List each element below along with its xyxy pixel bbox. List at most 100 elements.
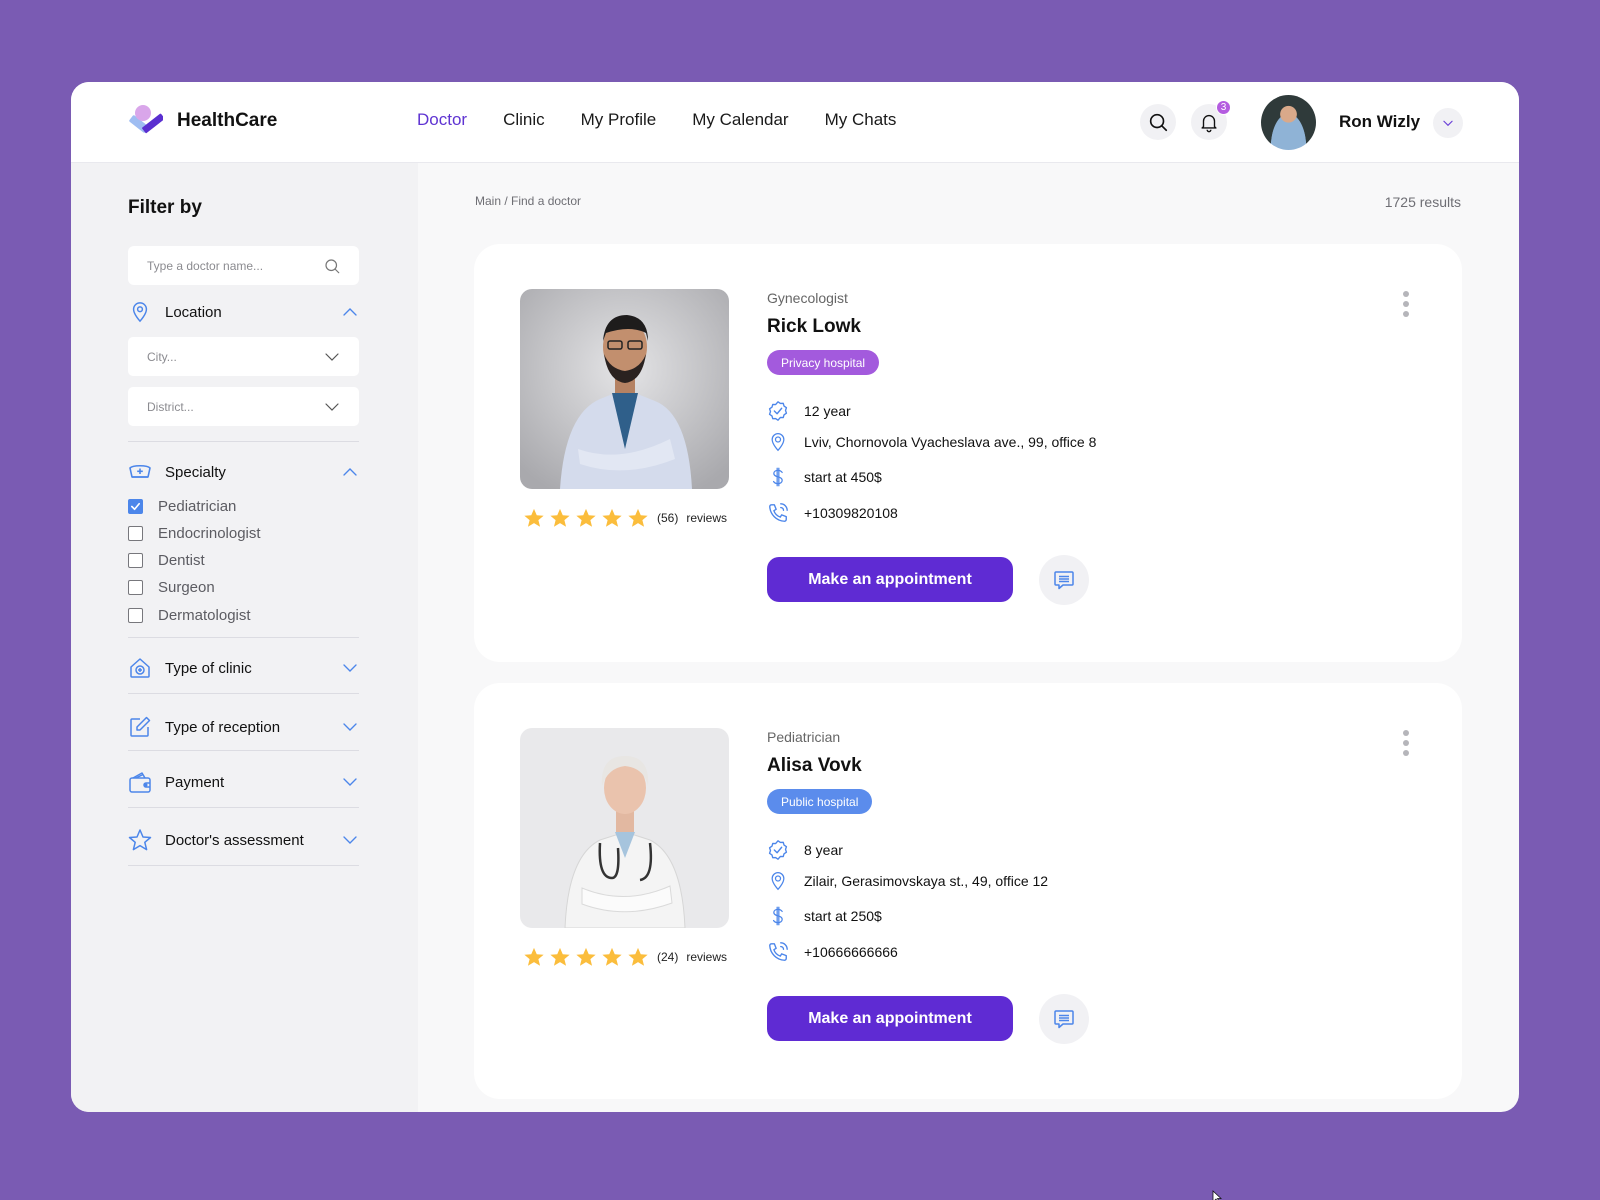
mouse-cursor-icon [1212, 1190, 1222, 1200]
experience-value: 8 year [804, 842, 843, 858]
star-filled-icon [524, 508, 544, 527]
phone-row: +10666666666 [767, 941, 898, 963]
checkbox[interactable] [128, 526, 143, 541]
doctor-search-field[interactable] [128, 246, 359, 285]
rating-stars: (56) reviews [523, 507, 727, 529]
search-icon [325, 258, 340, 273]
chevron-down-icon [1443, 120, 1453, 127]
main-nav: Doctor Clinic My Profile My Calendar My … [417, 110, 932, 130]
district-select[interactable]: District... [128, 387, 359, 426]
star-filled-icon [628, 947, 648, 966]
divider [128, 441, 359, 442]
address-value: Lviv, Chornovola Vyacheslava ave., 99, o… [804, 434, 1097, 450]
doctor-search-input[interactable] [147, 258, 323, 273]
check-icon [131, 502, 140, 511]
specialty-option-dermatologist[interactable]: Dermatologist [128, 607, 251, 624]
hospital-type-tag: Public hospital [767, 789, 873, 814]
specialty-option-label: Endocrinologist [158, 525, 261, 542]
filter-type-of-reception-header[interactable]: Type of reception [128, 714, 359, 740]
experience-row: 8 year [767, 839, 843, 861]
verified-badge-icon [767, 839, 789, 861]
doctor-specialty: Gynecologist [767, 290, 848, 306]
filter-payment-header[interactable]: Payment [128, 769, 359, 795]
divider [128, 807, 359, 808]
reviews-link[interactable]: reviews [686, 950, 727, 964]
filter-type-of-clinic-header[interactable]: Type of clinic [128, 655, 359, 681]
nav-my-profile[interactable]: My Profile [581, 110, 657, 130]
address-row: Lviv, Chornovola Vyacheslava ave., 99, o… [767, 431, 1096, 453]
filter-doctors-assessment-label: Doctor's assessment [165, 831, 304, 849]
divider [128, 693, 359, 694]
doctor-card: (24) reviews Pediatrician Alisa Vovk Pub… [474, 683, 1462, 1099]
city-select-placeholder: City... [147, 349, 177, 364]
doctor-name[interactable]: Rick Lowk [767, 316, 861, 338]
checkbox[interactable] [128, 580, 143, 595]
filter-doctors-assessment-header[interactable]: Doctor's assessment [128, 827, 359, 853]
filter-payment-label: Payment [165, 773, 225, 791]
chevron-up-icon [343, 468, 357, 476]
phone-value[interactable]: +10309820108 [804, 505, 898, 521]
specialty-option-pediatrician[interactable]: Pediatrician [128, 498, 236, 515]
checkbox-checked[interactable] [128, 499, 143, 514]
chat-message-icon [1054, 571, 1074, 590]
doctor-specialty: Pediatrician [767, 729, 841, 745]
filter-specialty-header[interactable]: Specialty [128, 459, 359, 485]
doctor-name[interactable]: Alisa Vovk [767, 755, 862, 777]
doctor-photo [520, 728, 729, 928]
more-options-button[interactable] [1400, 289, 1412, 319]
specialty-option-label: Pediatrician [158, 498, 237, 515]
chat-button[interactable] [1039, 994, 1089, 1044]
star-filled-icon [524, 947, 544, 966]
dollar-icon [767, 905, 789, 927]
app-window: HealthCare Doctor Clinic My Profile My C… [71, 82, 1519, 1112]
chevron-down-icon [343, 664, 357, 672]
user-menu-button[interactable] [1433, 108, 1463, 138]
user-name[interactable]: Ron Wizly [1339, 112, 1420, 132]
specialty-option-dentist[interactable]: Dentist [128, 552, 205, 569]
divider [128, 637, 359, 638]
specialty-option-surgeon[interactable]: Surgeon [128, 579, 215, 596]
specialty-option-endocrinologist[interactable]: Endocrinologist [128, 525, 261, 542]
price-value: start at 250$ [804, 908, 882, 924]
notification-count-badge: 3 [1216, 100, 1231, 115]
checkbox[interactable] [128, 608, 143, 623]
checkbox[interactable] [128, 553, 143, 568]
make-appointment-button[interactable]: Make an appointment [767, 557, 1013, 602]
star-filled-icon [550, 508, 570, 527]
phone-ringing-icon [767, 941, 789, 963]
filter-sidebar: Filter by Location City... [71, 163, 418, 1112]
header-search-button[interactable] [1140, 104, 1176, 140]
divider [128, 865, 359, 866]
notifications-button[interactable]: 3 [1191, 100, 1231, 140]
logo[interactable]: HealthCare [127, 104, 277, 138]
dollar-icon [767, 466, 789, 488]
app-name: HealthCare [177, 110, 278, 131]
star-filled-icon [602, 947, 622, 966]
nav-my-calendar[interactable]: My Calendar [692, 110, 788, 130]
phone-value[interactable]: +10666666666 [804, 944, 898, 960]
filter-location-header[interactable]: Location [128, 299, 359, 325]
make-appointment-button[interactable]: Make an appointment [767, 996, 1013, 1041]
star-filled-icon [602, 508, 622, 527]
price-row: start at 250$ [767, 905, 882, 927]
chevron-down-icon [325, 402, 339, 411]
star-filled-icon [628, 508, 648, 527]
phone-row: +10309820108 [767, 502, 898, 524]
breadcrumb[interactable]: Main / Find a doctor [475, 194, 581, 208]
nav-my-chats[interactable]: My Chats [825, 110, 897, 130]
city-select[interactable]: City... [128, 337, 359, 376]
nav-clinic[interactable]: Clinic [503, 110, 545, 130]
user-avatar[interactable] [1261, 95, 1316, 150]
doctor-photo [520, 289, 729, 489]
edit-icon [128, 715, 152, 739]
star-filled-icon [576, 947, 596, 966]
more-options-button[interactable] [1400, 728, 1412, 758]
nav-doctor[interactable]: Doctor [417, 110, 467, 130]
specialty-option-label: Dentist [158, 552, 205, 569]
district-select-placeholder: District... [147, 399, 194, 414]
logo-icon [129, 105, 163, 134]
verified-badge-icon [767, 400, 789, 422]
chat-button[interactable] [1039, 555, 1089, 605]
dot [1403, 311, 1409, 317]
reviews-link[interactable]: reviews [686, 511, 727, 525]
